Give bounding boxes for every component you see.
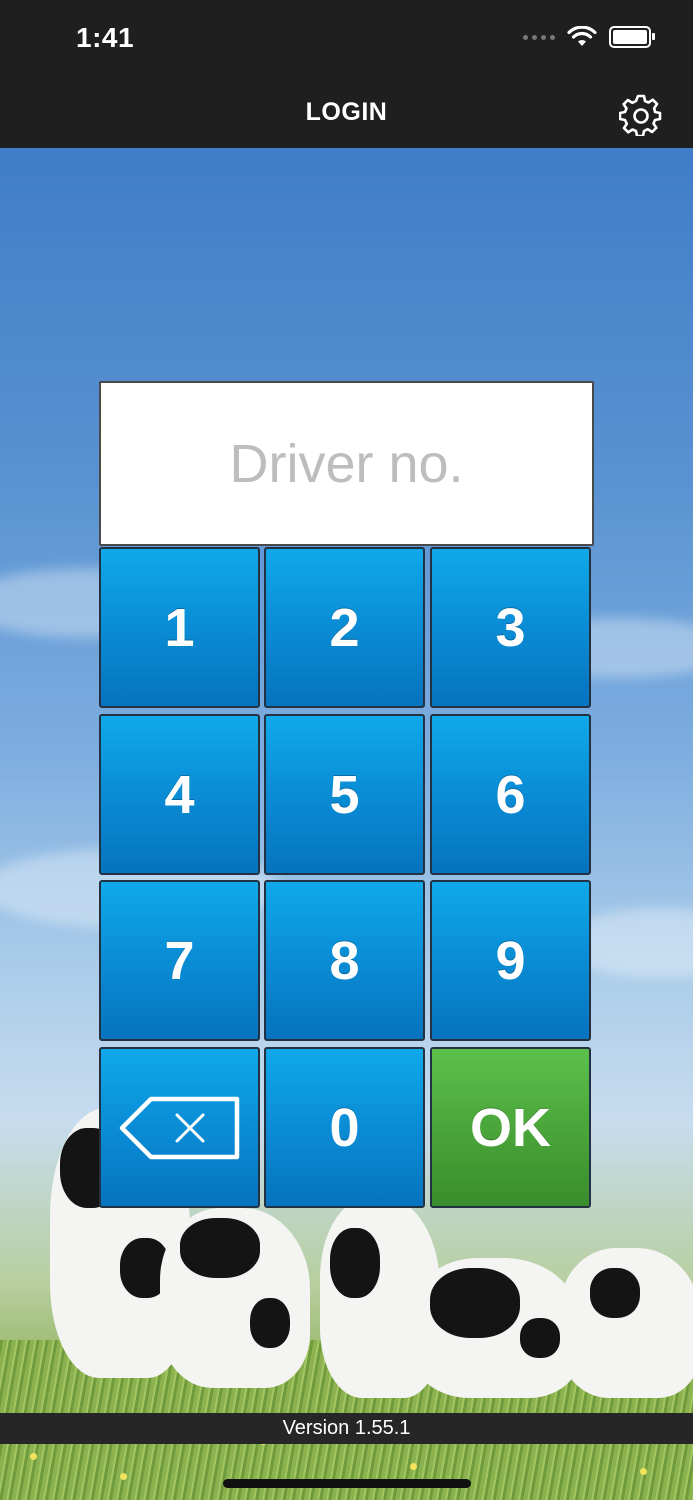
backspace-button[interactable] — [99, 1047, 260, 1208]
driver-number-input[interactable] — [101, 382, 592, 545]
key-3[interactable]: 3 — [430, 547, 591, 708]
key-7[interactable]: 7 — [99, 880, 260, 1041]
gear-icon[interactable] — [619, 92, 663, 136]
status-time: 1:41 — [76, 22, 135, 53]
ok-button[interactable]: OK — [430, 1047, 591, 1208]
status-bar: 1:41 — [0, 0, 693, 80]
key-8[interactable]: 8 — [264, 880, 425, 1041]
key-1[interactable]: 1 — [99, 547, 260, 708]
backspace-icon — [119, 1096, 239, 1159]
home-indicator[interactable] — [223, 1479, 471, 1488]
key-5[interactable]: 5 — [264, 714, 425, 875]
navigation-bar: LOGIN — [0, 80, 693, 148]
key-0[interactable]: 0 — [264, 1047, 425, 1208]
version-label: Version 1.55.1 — [0, 1413, 693, 1444]
driver-number-display — [99, 381, 594, 546]
page-title: LOGIN — [305, 98, 388, 126]
key-4[interactable]: 4 — [99, 714, 260, 875]
wifi-icon — [567, 26, 597, 46]
key-2[interactable]: 2 — [264, 547, 425, 708]
battery-icon — [609, 26, 655, 48]
cellular-signal-icon — [523, 34, 555, 40]
key-6[interactable]: 6 — [430, 714, 591, 875]
key-9[interactable]: 9 — [430, 880, 591, 1041]
